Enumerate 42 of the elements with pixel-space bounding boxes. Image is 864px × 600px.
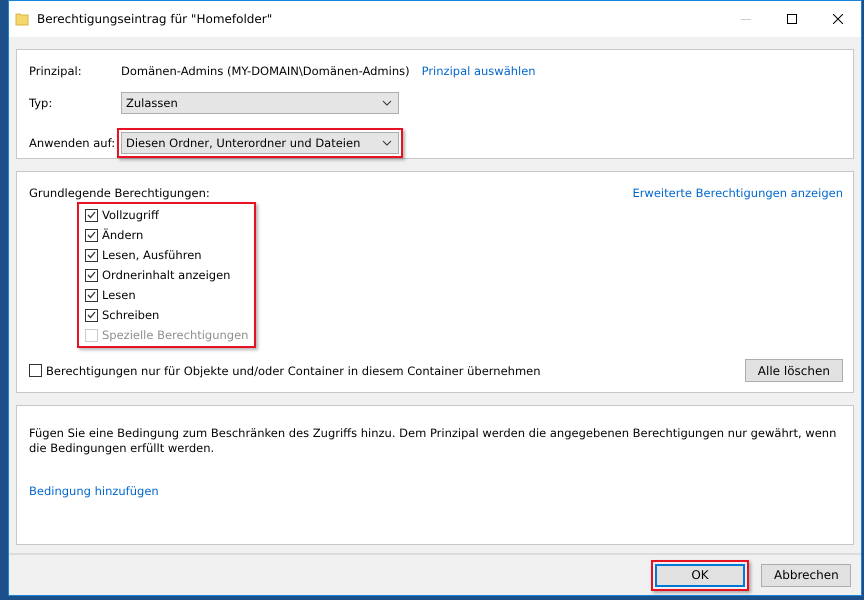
apply-to-dropdown[interactable]: Diesen Ordner, Unterordner und Dateien <box>121 132 399 154</box>
checkbox[interactable] <box>85 268 98 282</box>
checkbox[interactable] <box>85 228 98 242</box>
select-principal-link[interactable]: Prinzipal auswählen <box>422 64 536 78</box>
check-icon <box>87 211 96 219</box>
checkbox-label: Berechtigungen nur für Objekte und/oder Container in diesem Container übernehmen <box>46 364 541 378</box>
maximize-icon <box>787 14 797 24</box>
check-icon <box>87 291 96 299</box>
checkbox-label: Lesen <box>102 288 136 302</box>
window-title: Berechtigungseintrag für "Homefolder" <box>37 12 274 26</box>
caret-icon <box>382 100 392 106</box>
check-icon <box>87 231 96 239</box>
checkbox[interactable] <box>85 248 98 262</box>
checkbox-label: Ändern <box>102 228 144 242</box>
advanced-permissions-link[interactable]: Erweiterte Berechtigungen anzeigen <box>632 186 843 200</box>
check-icon <box>87 311 96 319</box>
minimize-icon <box>741 18 751 20</box>
close-icon <box>833 14 843 24</box>
type-label: Typ: <box>29 96 54 110</box>
caret-icon <box>382 140 392 146</box>
type-dropdown[interactable]: Zulassen <box>121 92 399 114</box>
checkbox-label: Schreiben <box>102 308 160 322</box>
cancel-button[interactable]: Abbrechen <box>761 564 851 586</box>
check-icon <box>87 251 96 259</box>
checkbox-label: Vollzugriff <box>102 208 159 222</box>
principal-value: Domänen-Admins (MY-DOMAIN\Domänen-Admins) <box>121 64 410 78</box>
permissions-label: Grundlegende Berechtigungen: <box>29 186 210 200</box>
check-icon <box>87 271 96 279</box>
checkbox-label: Ordnerinhalt anzeigen <box>102 268 230 282</box>
add-condition-link[interactable]: Bedingung hinzufügen <box>29 484 159 498</box>
checkbox[interactable] <box>29 364 42 377</box>
checkbox[interactable] <box>85 288 98 302</box>
folder-icon <box>15 12 29 26</box>
principal-label: Prinzipal: <box>29 64 83 78</box>
apply-to-label: Anwenden auf: <box>29 136 116 150</box>
checkbox[interactable] <box>85 208 98 222</box>
clear-all-button[interactable]: Alle löschen <box>744 359 843 382</box>
ok-button[interactable]: OK <box>655 564 745 586</box>
condition-text: Fügen Sie eine Bedingung zum Beschränken des Zugriffs hinzu. Dem Prinzipal werden die angegebenen Berechtigungen nur gewährt, wenn die Bedingungen erfüllt werden. <box>29 426 838 456</box>
checkbox[interactable] <box>85 308 98 322</box>
checkbox-label: Spezielle Berechtigungen <box>102 328 248 342</box>
checkbox-label: Lesen, Ausführen <box>102 248 202 262</box>
